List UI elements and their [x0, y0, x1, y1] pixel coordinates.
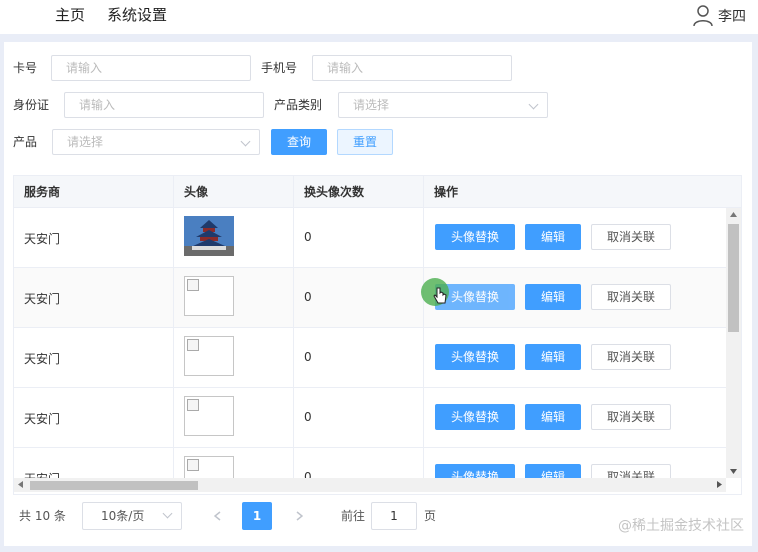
table-row: 天安门 0 头像替换 编辑 取消关联	[14, 388, 726, 448]
page-size-value: 10条/页	[101, 509, 145, 523]
product-label: 产品	[13, 135, 38, 149]
chevron-down-icon	[240, 136, 251, 147]
id-label: 身份证	[13, 98, 50, 112]
category-select[interactable]: 请选择	[338, 92, 548, 118]
unlink-button[interactable]: 取消关联	[591, 344, 671, 370]
nav-system-settings[interactable]: 系统设置	[107, 4, 167, 25]
category-placeholder: 请选择	[353, 98, 390, 112]
provider-cell: 天安门	[24, 232, 61, 246]
header-actions: 操作	[434, 185, 459, 199]
replace-avatar-button[interactable]: 头像替换	[435, 404, 515, 430]
phone-input[interactable]: 请输入	[312, 55, 512, 81]
replace-avatar-button[interactable]: 头像替换	[435, 464, 515, 478]
header-avatar: 头像	[174, 176, 294, 208]
scroll-left-icon[interactable]	[18, 481, 23, 488]
scroll-down-icon[interactable]	[730, 469, 737, 474]
table-row: 天安门 0 头像替换 编辑 取消关联	[14, 268, 726, 328]
provider-cell: 天安门	[24, 352, 61, 366]
count-cell: 0	[304, 290, 312, 304]
goto-page-input[interactable]: 1	[371, 502, 417, 530]
broken-image-icon[interactable]	[184, 396, 234, 436]
top-bar: 主页 系统设置 李四	[0, 0, 758, 34]
broken-image-icon[interactable]	[184, 456, 234, 478]
card-label: 卡号	[13, 61, 38, 75]
card-input[interactable]: 请输入	[51, 55, 251, 81]
vertical-scrollbar[interactable]	[726, 208, 741, 478]
count-cell: 0	[304, 410, 312, 424]
product-select[interactable]: 请选择	[52, 129, 260, 155]
table-row: 天安门 0 头像替换 编辑 取消关联	[14, 328, 726, 388]
edit-button[interactable]: 编辑	[525, 464, 581, 478]
unlink-button[interactable]: 取消关联	[591, 224, 671, 250]
horizontal-scroll-thumb[interactable]	[30, 481, 198, 490]
user-icon	[693, 5, 713, 27]
table-row: 天安门 0 头像替换 编辑 取消关联	[14, 208, 726, 268]
count-cell: 0	[304, 350, 312, 364]
scroll-up-icon[interactable]	[730, 212, 737, 217]
watermark: @稀土掘金技术社区	[618, 518, 744, 534]
page-size-select[interactable]: 10条/页	[82, 502, 182, 530]
table-body: 天安门 0 头像替换 编辑 取消关联 天安门 0 头像替换 编辑 取消关联 天安…	[14, 208, 726, 478]
nav-home[interactable]: 主页	[55, 4, 85, 25]
count-cell: 0	[304, 230, 312, 244]
user-menu[interactable]: 李四	[693, 5, 746, 27]
provider-cell: 天安门	[24, 412, 61, 426]
provider-cell: 天安门	[24, 292, 61, 306]
hand-cursor-icon	[433, 287, 447, 304]
chevron-down-icon	[528, 99, 539, 110]
header-change-count: 换头像次数	[294, 176, 424, 208]
goto-label: 前往	[341, 509, 366, 523]
provider-cell: 天安门	[24, 470, 60, 478]
product-placeholder: 请选择	[67, 135, 104, 149]
vertical-scroll-thumb[interactable]	[728, 224, 739, 332]
next-page-icon[interactable]	[296, 511, 303, 521]
prev-page-icon[interactable]	[214, 511, 221, 521]
count-cell: 0	[304, 470, 312, 478]
edit-button[interactable]: 编辑	[525, 404, 581, 430]
total-count: 共 10 条	[19, 509, 66, 523]
unlink-button[interactable]: 取消关联	[591, 404, 671, 430]
edit-button[interactable]: 编辑	[525, 224, 581, 250]
temple-avatar-image[interactable]	[184, 216, 234, 256]
id-input[interactable]: 请输入	[64, 92, 264, 118]
user-name: 李四	[718, 9, 746, 25]
edit-button[interactable]: 编辑	[525, 284, 581, 310]
broken-image-icon[interactable]	[184, 276, 234, 316]
broken-image-icon[interactable]	[184, 336, 234, 376]
data-table: 服务商 头像 换头像次数 操作 天安门 0 头像替换 编辑 取消关联 天安门 0…	[13, 175, 742, 495]
table-header: 服务商 头像 换头像次数 操作	[14, 176, 741, 208]
search-button[interactable]: 查询	[271, 129, 327, 155]
category-label: 产品类别	[274, 98, 323, 112]
horizontal-scrollbar[interactable]	[14, 478, 726, 492]
current-page[interactable]: 1	[242, 502, 272, 530]
header-provider: 服务商	[14, 176, 174, 208]
page-suffix: 页	[424, 509, 437, 523]
chevron-down-icon	[162, 508, 173, 519]
unlink-button[interactable]: 取消关联	[591, 464, 671, 478]
phone-label: 手机号	[261, 61, 298, 75]
edit-button[interactable]: 编辑	[525, 344, 581, 370]
scroll-right-icon[interactable]	[717, 481, 722, 488]
replace-avatar-button[interactable]: 头像替换	[435, 224, 515, 250]
table-row: 天安门 0 头像替换 编辑 取消关联	[14, 448, 726, 478]
unlink-button[interactable]: 取消关联	[591, 284, 671, 310]
reset-button[interactable]: 重置	[337, 129, 393, 155]
replace-avatar-button[interactable]: 头像替换	[435, 344, 515, 370]
main-panel: 卡号 请输入 手机号 请输入 身份证 请输入 产品类别 请选择 产品 请选择 查…	[4, 42, 752, 546]
